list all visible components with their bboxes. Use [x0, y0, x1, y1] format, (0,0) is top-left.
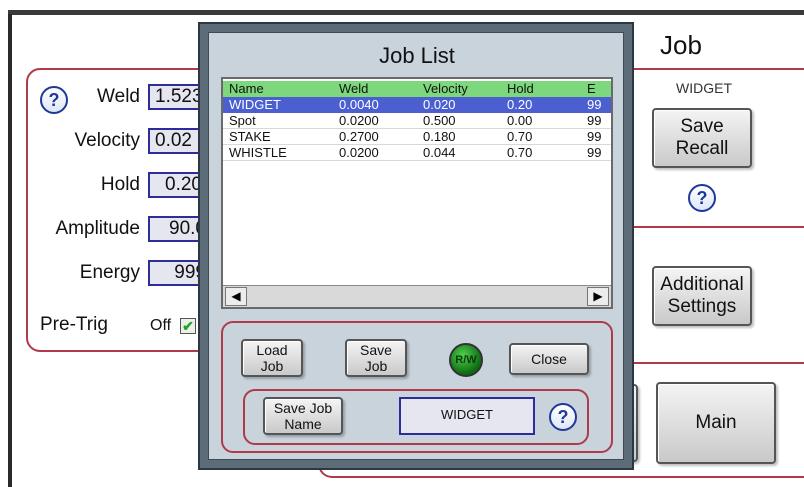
job-name-input[interactable]: WIDGET	[399, 397, 535, 435]
rw-indicator: R/W	[449, 343, 483, 377]
save-recall-button[interactable]: Save Recall	[652, 108, 752, 168]
list-item[interactable]: Spot 0.0200 0.500 0.00 99	[223, 113, 611, 129]
cell: 0.2700	[339, 129, 379, 144]
page-title: Job	[660, 30, 702, 60]
job-list-dialog: Job List Name Weld Velocity Hold E WIDGE…	[198, 22, 634, 470]
list-item[interactable]: STAKE 0.2700 0.180 0.70 99	[223, 129, 611, 145]
col-hold: Hold	[507, 81, 534, 96]
cell: 0.044	[423, 145, 456, 160]
velocity-label: Velocity	[74, 130, 140, 151]
list-header: Name Weld Velocity Hold E	[223, 81, 611, 97]
close-button[interactable]: Close	[509, 343, 589, 375]
job-listbox[interactable]: Name Weld Velocity Hold E WIDGET 0.0040 …	[221, 77, 613, 309]
dialog-body: Job List Name Weld Velocity Hold E WIDGE…	[208, 32, 624, 460]
pretrig-checkbox[interactable]: ✔	[180, 318, 196, 334]
scroll-left-icon[interactable]: ◀	[225, 287, 247, 306]
window-frame-left	[8, 14, 12, 487]
scroll-right-icon[interactable]: ▶	[587, 287, 609, 306]
dialog-title: Job List	[379, 43, 455, 68]
col-name: Name	[229, 81, 264, 96]
main-button[interactable]: Main	[656, 382, 776, 464]
additional-settings-button[interactable]: Additional Settings	[652, 266, 752, 326]
cell: Spot	[229, 113, 256, 128]
cell: 0.70	[507, 145, 533, 160]
cell: STAKE	[229, 129, 271, 144]
list-item[interactable]: WIDGET 0.0040 0.020 0.20 99	[223, 97, 611, 113]
col-energy: E	[587, 81, 596, 96]
current-job-label: WIDGET	[676, 80, 732, 96]
cell: 0.0040	[339, 97, 379, 112]
cell: 0.0200	[339, 113, 379, 128]
energy-label: Energy	[79, 262, 140, 283]
save-job-button[interactable]: Save Job	[345, 339, 407, 377]
load-job-button[interactable]: Load Job	[241, 339, 303, 377]
weld-label: Weld	[97, 86, 140, 107]
cell: WIDGET	[229, 97, 281, 112]
list-item[interactable]: WHISTLE 0.0200 0.044 0.70 99	[223, 145, 611, 161]
help-icon[interactable]: ?	[549, 403, 577, 431]
window-frame-top	[8, 10, 804, 15]
cell: 0.00	[507, 113, 533, 128]
horizontal-scrollbar[interactable]: ◀ ▶	[223, 285, 611, 307]
pretrig-label: Pre-Trig	[40, 314, 108, 335]
cell: 99	[587, 97, 602, 112]
cell: 0.0200	[339, 145, 379, 160]
cell: WHISTLE	[229, 145, 287, 160]
cell: 0.70	[507, 129, 533, 144]
col-velocity: Velocity	[423, 81, 468, 96]
cell: 0.020	[423, 97, 456, 112]
cell: 99	[587, 129, 602, 144]
amplitude-label: Amplitude	[55, 218, 141, 239]
cell: 0.20	[507, 97, 533, 112]
cell: 0.180	[423, 129, 456, 144]
cell: 0.500	[423, 113, 456, 128]
cell: 99	[587, 145, 602, 160]
col-weld: Weld	[339, 81, 369, 96]
hold-label: Hold	[100, 174, 140, 195]
save-job-name-button[interactable]: Save Job Name	[263, 397, 343, 435]
cell: 99	[587, 113, 602, 128]
pretrig-state: Off	[150, 317, 172, 334]
help-icon[interactable]: ?	[688, 184, 716, 212]
